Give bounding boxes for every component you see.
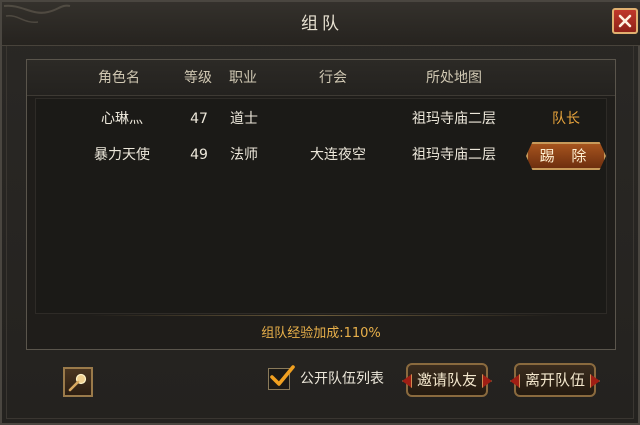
kick-button[interactable]: 踢 除 — [526, 142, 606, 170]
close-button[interactable] — [612, 8, 638, 34]
member-class: 法师 — [230, 147, 258, 163]
column-header-guild: 行会 — [319, 70, 347, 86]
member-level: 49 — [190, 147, 208, 163]
member-panel: 角色名 等级 职业 行会 所处地图 心琳灬 47 道士 祖玛寺庙二层 队长 暴力… — [26, 59, 616, 350]
column-header-name: 角色名 — [98, 70, 140, 86]
leave-team-button[interactable]: 离开队伍 — [514, 363, 596, 397]
member-guild: 大连夜空 — [310, 147, 366, 163]
member-name: 心琳灬 — [101, 111, 143, 127]
close-icon — [618, 14, 632, 28]
magnifier-wand-icon — [68, 373, 87, 392]
table-row[interactable]: 暴力天使 49 法师 大连夜空 祖玛寺庙二层 踢 除 — [36, 137, 606, 173]
window-title: 组队 — [301, 14, 343, 34]
table-row[interactable]: 心琳灬 47 道士 祖玛寺庙二层 队长 — [36, 101, 606, 137]
member-class: 道士 — [230, 111, 258, 127]
public-list-checkbox[interactable] — [268, 365, 295, 390]
member-name: 暴力天使 — [94, 147, 150, 163]
title-bar: 组队 — [2, 2, 640, 46]
footer-bar: 公开队伍列表 邀请队友 离开队伍 — [2, 357, 640, 405]
member-map: 祖玛寺庙二层 — [412, 111, 496, 127]
search-tool-button[interactable] — [63, 367, 93, 397]
column-header-level: 等级 — [184, 70, 212, 86]
bonus-divider — [87, 315, 557, 316]
checkmark-icon — [270, 365, 295, 386]
column-header-map: 所处地图 — [426, 70, 482, 86]
member-level: 47 — [190, 111, 208, 127]
column-header-class: 职业 — [229, 70, 257, 86]
table-header: 角色名 等级 职业 行会 所处地图 — [27, 60, 615, 96]
member-list: 心琳灬 47 道士 祖玛寺庙二层 队长 暴力天使 49 法师 大连夜空 祖玛寺庙… — [35, 98, 607, 314]
leader-badge: 队长 — [552, 111, 580, 127]
public-list-label[interactable]: 公开队伍列表 — [300, 367, 384, 391]
team-window: 组队 角色名 等级 职业 行会 所处地图 心琳灬 47 道士 祖玛寺庙二层 队长 — [0, 0, 640, 425]
invite-teammate-button[interactable]: 邀请队友 — [406, 363, 488, 397]
exp-bonus-text: 组队经验加成:110% — [261, 326, 381, 341]
member-map: 祖玛寺庙二层 — [412, 147, 496, 163]
